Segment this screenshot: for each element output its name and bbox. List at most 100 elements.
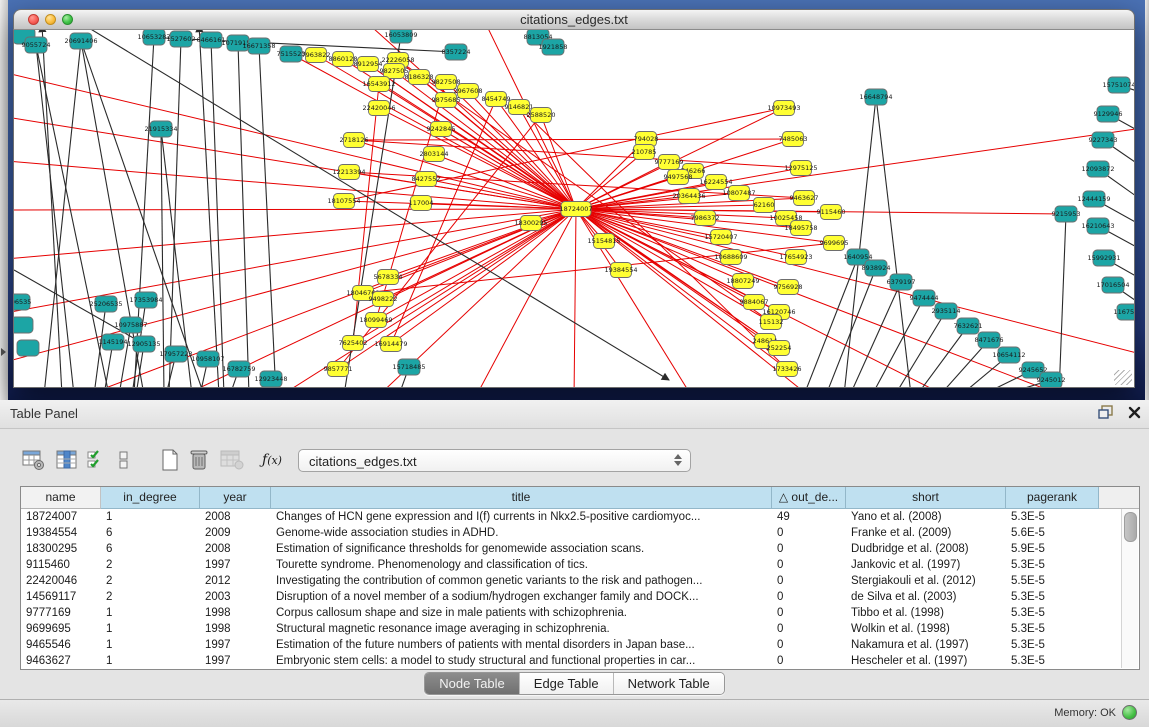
table-row[interactable]: 911546021997Tourette syndrome. Phenomeno…: [21, 557, 1139, 573]
table-cell[interactable]: 9465546: [21, 637, 101, 653]
column-header-in-degree[interactable]: in_degree: [101, 487, 200, 509]
network-node[interactable]: 9215953: [1052, 206, 1081, 222]
column-header-name[interactable]: name: [21, 487, 101, 509]
table-cell[interactable]: Corpus callosum shape and size in male p…: [271, 605, 772, 621]
table-row[interactable]: 946554611997Estimation of the future num…: [21, 637, 1139, 653]
network-node[interactable]: 9463627: [790, 191, 819, 206]
network-node[interactable]: 12923448: [254, 371, 287, 387]
table-cell[interactable]: 0: [772, 557, 846, 573]
table-cell[interactable]: 1: [101, 605, 200, 621]
import-table-icon[interactable]: [220, 449, 244, 471]
table-cell[interactable]: 1: [101, 509, 200, 525]
column-header-title[interactable]: title: [271, 487, 772, 509]
tab-node-table[interactable]: Node Table: [425, 673, 520, 694]
memory-status-indicator[interactable]: [1122, 705, 1137, 720]
network-node[interactable]: 17016504: [1096, 277, 1129, 293]
network-node[interactable]: 9497568: [664, 170, 693, 185]
tab-edge-table[interactable]: Edge Table: [520, 673, 614, 694]
network-node[interactable]: 7485063: [779, 132, 808, 147]
network-node[interactable]: 25206535: [89, 296, 122, 312]
network-node[interactable]: 7625402: [339, 336, 368, 351]
new-column-icon[interactable]: [160, 448, 180, 472]
network-node[interactable]: 18099469: [359, 313, 392, 328]
network-node[interactable]: [14, 317, 33, 333]
table-cell[interactable]: 0: [772, 605, 846, 621]
network-node[interactable]: 8471676: [975, 332, 1004, 348]
network-node[interactable]: 115132: [759, 315, 784, 330]
network-node[interactable]: 12213394: [332, 165, 365, 180]
table-row[interactable]: 1938455462009Genome-wide association stu…: [21, 525, 1139, 541]
table-cell[interactable]: 1: [101, 653, 200, 669]
table-cell[interactable]: 9115460: [21, 557, 101, 573]
table-settings-icon[interactable]: [22, 449, 46, 471]
right-splitter[interactable]: [1145, 0, 1149, 400]
table-cell[interactable]: 1997: [200, 653, 271, 669]
table-cell[interactable]: 2003: [200, 589, 271, 605]
table-cell[interactable]: Estimation of significance thresholds fo…: [271, 541, 772, 557]
network-node[interactable]: 2803144: [420, 147, 449, 162]
network-node[interactable]: 206535: [14, 294, 31, 310]
column-header-short[interactable]: short: [846, 487, 1006, 509]
table-row[interactable]: 977716911998Corpus callosum shape and si…: [21, 605, 1139, 621]
network-node[interactable]: 9242845: [427, 122, 456, 137]
table-cell[interactable]: 1998: [200, 621, 271, 637]
network-node[interactable]: 5678334: [374, 270, 403, 285]
table-cell[interactable]: Estimation of the future numbers of pati…: [271, 637, 772, 653]
network-node[interactable]: 12444159: [1077, 191, 1110, 207]
table-cell[interactable]: Investigating the contribution of common…: [271, 573, 772, 589]
network-node[interactable]: 2935114: [932, 303, 961, 319]
network-node[interactable]: 16914479: [374, 337, 407, 352]
table-cell[interactable]: 0: [772, 589, 846, 605]
network-node[interactable]: 9129946: [1094, 106, 1123, 122]
network-node[interactable]: 6379197: [887, 274, 916, 290]
table-cell[interactable]: 5.5E-5: [1006, 573, 1099, 589]
table-cell[interactable]: 18724007: [21, 509, 101, 525]
table-cell[interactable]: 9463627: [21, 653, 101, 669]
table-row[interactable]: 1872400712008Changes of HCN gene express…: [21, 509, 1139, 525]
table-selector-dropdown[interactable]: citations_edges.txt: [298, 449, 691, 472]
network-node[interactable]: 9875685: [432, 93, 461, 108]
function-builder-icon[interactable]: ƒ(x): [262, 452, 282, 468]
network-node[interactable]: 1527602: [167, 31, 196, 47]
table-cell[interactable]: 1: [101, 637, 200, 653]
row-height-icon[interactable]: [118, 449, 130, 471]
resize-grip-icon[interactable]: [1114, 370, 1132, 385]
table-cell[interactable]: 1997: [200, 557, 271, 573]
window-titlebar[interactable]: citations_edges.txt: [13, 9, 1135, 30]
network-node[interactable]: 8938924: [862, 260, 891, 276]
network-node[interactable]: 16648794: [859, 89, 892, 105]
network-node[interactable]: 17353984: [129, 292, 162, 308]
table-cell[interactable]: 0: [772, 525, 846, 541]
table-cell[interactable]: Genome-wide association studies in ADHD.: [271, 525, 772, 541]
network-node[interactable]: 16053809: [384, 30, 417, 43]
table-cell[interactable]: Structural magnetic resonance image aver…: [271, 621, 772, 637]
show-columns-icon[interactable]: [56, 449, 78, 471]
table-cell[interactable]: 0: [772, 573, 846, 589]
table-cell[interactable]: 14569117: [21, 589, 101, 605]
table-cell[interactable]: 5.6E-5: [1006, 525, 1099, 541]
network-node[interactable]: 62160: [754, 198, 775, 213]
network-node[interactable]: 1167534: [1114, 304, 1134, 320]
table-cell[interactable]: 5.3E-5: [1006, 509, 1099, 525]
network-node[interactable]: 12975125: [784, 161, 817, 176]
network-node[interactable]: 8186328: [405, 70, 434, 85]
network-node[interactable]: 1145194: [99, 334, 128, 350]
table-cell[interactable]: 9699695: [21, 621, 101, 637]
network-node[interactable]: 2718126: [340, 133, 369, 148]
table-cell[interactable]: 1: [101, 621, 200, 637]
table-cell[interactable]: de Silva et al. (2003): [846, 589, 1006, 605]
table-cell[interactable]: 0: [772, 653, 846, 669]
table-cell[interactable]: 5.3E-5: [1006, 653, 1099, 669]
network-node[interactable]: 7963822: [302, 48, 331, 63]
network-node[interactable]: 1921858: [539, 39, 568, 55]
table-cell[interactable]: 9777169: [21, 605, 101, 621]
table-cell[interactable]: Hescheler et al. (1997): [846, 653, 1006, 669]
network-node[interactable]: [17, 340, 39, 356]
table-cell[interactable]: 2012: [200, 573, 271, 589]
table-cell[interactable]: 2: [101, 573, 200, 589]
table-scrollbar[interactable]: [1121, 509, 1138, 668]
network-node[interactable]: 9245012: [1037, 372, 1066, 387]
network-node[interactable]: 15718485: [392, 359, 425, 375]
table-cell[interactable]: 5.3E-5: [1006, 557, 1099, 573]
table-cell[interactable]: 1997: [200, 637, 271, 653]
